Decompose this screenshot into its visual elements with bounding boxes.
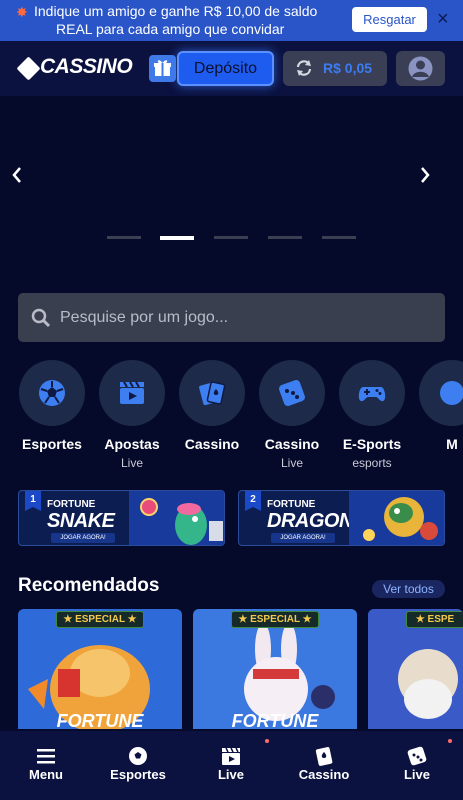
nav-live-bets[interactable]: Live [191,731,271,800]
search-input[interactable] [60,305,430,331]
logo-diamond-icon [16,56,41,81]
category-cassino[interactable]: Cassino [170,360,254,475]
game-card[interactable]: ★ ESPE [368,609,463,729]
gift-button[interactable] [149,55,176,82]
dice-icon [279,380,305,406]
top-header: CASSINO Depósito R$ 0,05 [0,41,463,96]
notification-dot [265,739,269,743]
category-label: Esportes [22,436,82,452]
chevron-right-icon[interactable] [418,166,432,184]
deposit-button[interactable]: Depósito [177,51,274,86]
resgatar-button[interactable]: Resgatar [352,7,427,32]
soccer-ball-icon [39,380,65,406]
category-apostas-live[interactable]: Apostas Live [90,360,174,475]
clapperboard-icon [222,747,240,765]
nav-label: Menu [29,767,63,782]
bottom-navigation: Menu Esportes Live Cassino Live [0,731,463,800]
game-banner-fortune-dragon[interactable]: 2 FORTUNE DRAGON JOGAR AGORA! [238,490,445,546]
soccer-ball-icon [129,747,147,765]
carousel-dot[interactable] [107,236,141,239]
gamepad-icon [358,387,386,402]
more-icon [440,381,463,405]
carousel-dot[interactable] [322,236,356,239]
close-icon[interactable]: × [437,9,453,29]
see-all-button[interactable]: Ver todos [372,580,445,598]
category-row: Esportes Apostas Live Cassino Cassino Li… [0,360,463,475]
search-bar[interactable] [18,293,445,342]
balance-button[interactable]: R$ 0,05 [283,51,387,86]
banner-subtitle: FORTUNE [47,499,96,510]
banner-cta[interactable]: JOGAR AGORA! [271,533,335,543]
sparkle-icon: ✸ [16,4,28,20]
banner-cta[interactable]: JOGAR AGORA! [51,533,115,543]
clapperboard-icon [120,381,144,404]
category-sublabel: Live [120,456,143,470]
game-title: FORTUNE [231,711,319,729]
dice-icon [407,746,427,766]
cards-icon [315,747,333,766]
category-sublabel: esports [352,456,392,470]
special-badge: ★ ESPECIAL ★ [56,611,144,628]
game-title: FORTUNE [56,711,144,729]
game-card[interactable]: ★ ESPECIAL ★ FORTUNE [193,609,357,729]
carousel-dot-active[interactable] [160,236,194,240]
category-label: M [446,436,458,452]
search-icon [31,308,51,328]
cards-icon [199,381,226,406]
banner-title: DRAGON [267,510,353,532]
notification-dot [448,739,452,743]
carousel-dot[interactable] [214,236,248,239]
snake-illustration [129,491,224,545]
category-esportes[interactable]: Esportes [10,360,94,475]
promo-text-line2: REAL para cada amigo que convidar [56,21,285,37]
category-label: E-Sports [342,436,402,452]
logo[interactable]: CASSINO [40,55,133,79]
game-banner-fortune-snake[interactable]: 1 FORTUNE SNAKE JOGAR AGORA! [18,490,225,546]
promo-banner: ✸ Indique um amigo e ganhe R$ 10,00 de s… [0,0,463,41]
category-more[interactable]: M [410,360,463,475]
section-title-recomendados: Recomendados [18,575,160,596]
balance-value: R$ 0,05 [323,60,373,76]
nav-live-casino[interactable]: Live [377,731,457,800]
carousel-indicators [0,236,463,240]
hamburger-icon [37,749,55,764]
nav-label: Live [403,767,430,782]
nav-label: Cassino [298,767,350,782]
nav-label: Live [217,767,244,782]
nav-cassino[interactable]: Cassino [284,731,364,800]
carousel-dot[interactable] [268,236,302,239]
category-sublabel: Live [280,456,303,470]
dragon-illustration [349,491,444,545]
banner-title: SNAKE [47,510,115,532]
category-cassino-live[interactable]: Cassino Live [250,360,334,475]
category-label: Apostas [104,436,160,452]
rank-badge: 1 [25,491,41,511]
gift-icon [154,60,171,76]
category-label: Cassino [184,436,240,452]
nav-label: Esportes [110,767,166,782]
hero-carousel[interactable] [0,96,463,260]
category-label: Cassino [264,436,320,452]
special-badge: ★ ESPECIAL ★ [231,611,319,628]
category-esports[interactable]: E-Sports esports [330,360,414,475]
avatar-icon [408,56,433,81]
banner-subtitle: FORTUNE [267,499,316,510]
promo-text-line1: Indique um amigo e ganhe R$ 10,00 de sal… [34,3,318,19]
nav-menu[interactable]: Menu [6,731,86,800]
special-badge: ★ ESPE [406,611,463,628]
game-card[interactable]: ★ ESPECIAL ★ FORTUNE [18,609,182,729]
profile-button[interactable] [396,51,445,86]
chevron-left-icon[interactable] [10,166,24,184]
nav-esportes[interactable]: Esportes [98,731,178,800]
refresh-icon[interactable] [295,59,313,77]
rank-badge: 2 [245,491,261,511]
